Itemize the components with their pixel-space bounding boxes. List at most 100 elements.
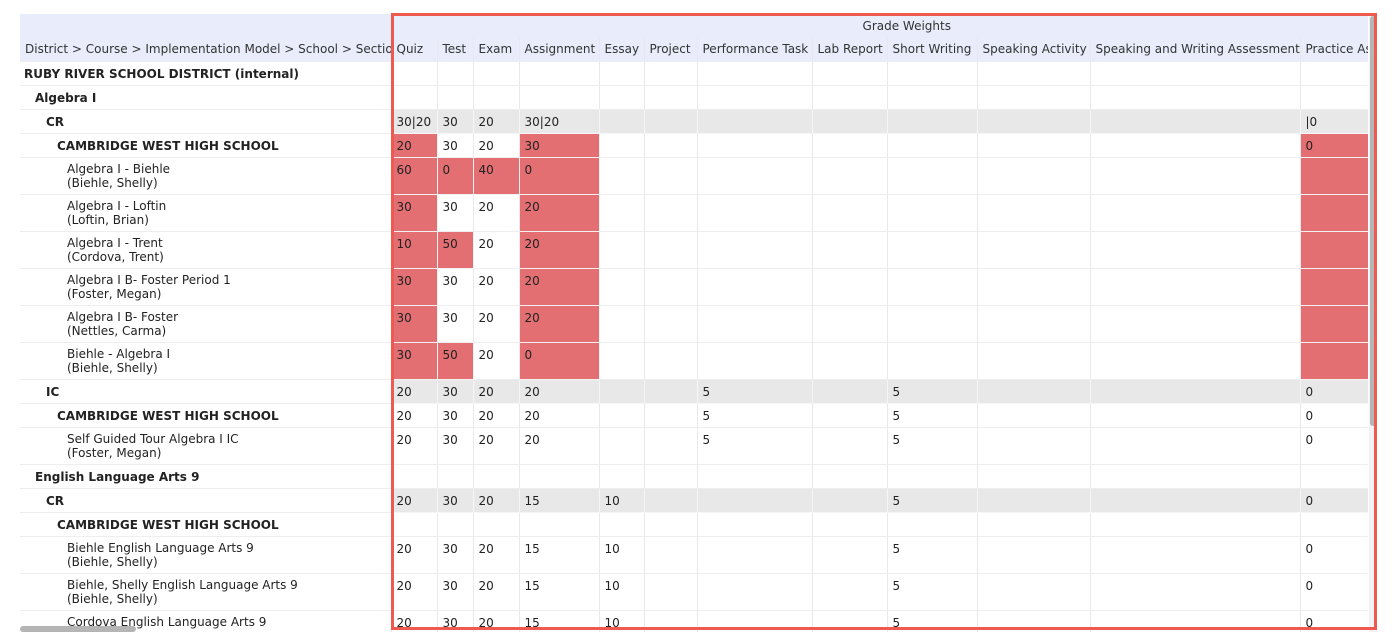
col-header-practice-assessment[interactable]: Practice Assessment [1300,37,1368,62]
weight-cell[interactable] [697,610,813,632]
table-row[interactable]: Algebra I - Loftin (Loftin, Brian) 30 30 20 2… [20,194,1368,232]
weight-cell[interactable] [599,464,645,489]
weight-cell[interactable] [977,157,1091,195]
weight-cell[interactable] [1300,231,1368,269]
table-row[interactable]: Algebra I - Biehle (Biehle, Shelly) 60 0 40 0 [20,157,1368,195]
weight-cell[interactable] [697,85,813,110]
weight-cell[interactable]: 5 [887,427,978,465]
tree-node-label[interactable]: Algebra I - Biehle (Biehle, Shelly) [20,157,392,195]
weight-cell[interactable]: |0 [1300,109,1368,134]
weight-cell[interactable] [812,488,888,513]
weight-cell[interactable]: 20 [519,231,600,269]
weight-cell[interactable]: 5 [887,403,978,428]
weight-cell[interactable] [644,464,698,489]
weight-cell[interactable] [644,109,698,134]
weight-cell[interactable] [1090,305,1301,343]
col-header-test[interactable]: Test [437,37,474,62]
weight-cell[interactable] [887,157,978,195]
tree-node-label[interactable]: Self Guided Tour Algebra I IC (Foster, Me… [20,427,392,465]
weight-cell[interactable]: 5 [887,573,978,611]
weight-cell[interactable]: 20 [519,305,600,343]
weight-cell[interactable]: 0 [1300,610,1368,632]
tree-node-label[interactable]: CAMBRIDGE WEST HIGH SCHOOL [20,403,392,428]
weight-cell[interactable]: 30 [391,268,438,306]
weight-cell[interactable]: 10 [599,610,645,632]
weight-cell[interactable]: 20 [519,194,600,232]
tree-node-label[interactable]: IC [20,379,392,404]
weight-cell[interactable] [812,268,888,306]
weight-cell[interactable] [812,512,888,537]
weight-cell[interactable] [473,464,520,489]
weight-cell[interactable] [977,342,1091,380]
weight-cell[interactable] [1090,464,1301,489]
col-header-short-writing[interactable]: Short Writing [887,37,978,62]
weight-cell[interactable] [1090,427,1301,465]
table-row[interactable]: Cordova English Language Arts 9 20 30 20 15 1… [20,610,1368,632]
table-row[interactable]: CR 20 30 20 15 10 5 0 [20,488,1368,513]
tree-node-label[interactable]: Algebra I B- Foster Period 1 (Foster, Meg… [20,268,392,306]
weight-cell[interactable] [977,305,1091,343]
weight-cell[interactable]: 20 [391,610,438,632]
weight-cell[interactable]: 0 [519,342,600,380]
weight-cell[interactable] [812,194,888,232]
weight-cell[interactable] [812,464,888,489]
weight-cell[interactable] [812,536,888,574]
col-header-assignment[interactable]: Assignment [519,37,600,62]
weight-cell[interactable]: 0 [1300,133,1368,158]
weight-cell[interactable] [599,512,645,537]
weight-cell[interactable] [887,512,978,537]
weight-cell[interactable]: 10 [599,573,645,611]
weight-cell[interactable] [977,85,1091,110]
weight-cell[interactable] [599,268,645,306]
weight-cell[interactable] [644,403,698,428]
weight-cell[interactable] [644,379,698,404]
weight-cell[interactable]: 30 [437,305,474,343]
weight-cell[interactable]: 20 [473,342,520,380]
tree-node-label[interactable]: CAMBRIDGE WEST HIGH SCHOOL [20,133,392,158]
weight-cell[interactable] [697,512,813,537]
weight-cell[interactable] [697,157,813,195]
weight-cell[interactable] [644,427,698,465]
weight-cell[interactable] [644,573,698,611]
table-row[interactable]: Algebra I B- Foster (Nettles, Carma) 30 30 2… [20,305,1368,343]
weight-cell[interactable] [812,85,888,110]
weight-cell[interactable] [977,610,1091,632]
weight-cell[interactable]: 15 [519,610,600,632]
col-header-quiz[interactable]: Quiz [391,37,438,62]
weight-cell[interactable] [887,109,978,134]
weight-cell[interactable] [1090,403,1301,428]
weight-cell[interactable]: 20 [473,488,520,513]
weight-cell[interactable]: 20 [519,268,600,306]
weight-cell[interactable]: 15 [519,573,600,611]
weight-cell[interactable] [391,512,438,537]
weight-cell[interactable]: 30 [437,109,474,134]
col-header-project[interactable]: Project [644,37,698,62]
table-row[interactable]: Algebra I - Trent (Cordova, Trent) 10 50 20 2… [20,231,1368,269]
weight-cell[interactable]: 20 [391,133,438,158]
tree-node-label[interactable]: Algebra I B- Foster (Nettles, Carma) [20,305,392,343]
weight-cell[interactable] [1090,231,1301,269]
table-row[interactable]: Self Guided Tour Algebra I IC (Foster, Me… [20,427,1368,465]
weight-cell[interactable] [977,536,1091,574]
tree-node-label[interactable]: Biehle - Algebra I (Biehle, Shelly) [20,342,392,380]
weight-cell[interactable]: 50 [437,342,474,380]
weight-cell[interactable]: 0 [1300,573,1368,611]
weight-cell[interactable] [1090,157,1301,195]
weight-cell[interactable]: 0 [437,157,474,195]
weight-cell[interactable] [644,342,698,380]
weight-cell[interactable]: 60 [391,157,438,195]
weight-cell[interactable] [599,133,645,158]
table-row[interactable]: English Language Arts 9 [20,464,1368,489]
weight-cell[interactable] [812,403,888,428]
weight-cell[interactable]: 30 [437,133,474,158]
weight-cell[interactable] [1090,85,1301,110]
weight-cell[interactable] [599,157,645,195]
weight-cell[interactable] [697,133,813,158]
weight-cell[interactable] [1300,61,1368,86]
weight-cell[interactable] [812,109,888,134]
tree-node-label[interactable]: Biehle, Shelly English Language Arts 9 (B… [20,573,392,611]
col-header-exam[interactable]: Exam [473,37,520,62]
tree-node-label[interactable]: Algebra I [20,85,392,110]
weight-cell[interactable]: 20 [473,194,520,232]
weight-cell[interactable] [977,488,1091,513]
